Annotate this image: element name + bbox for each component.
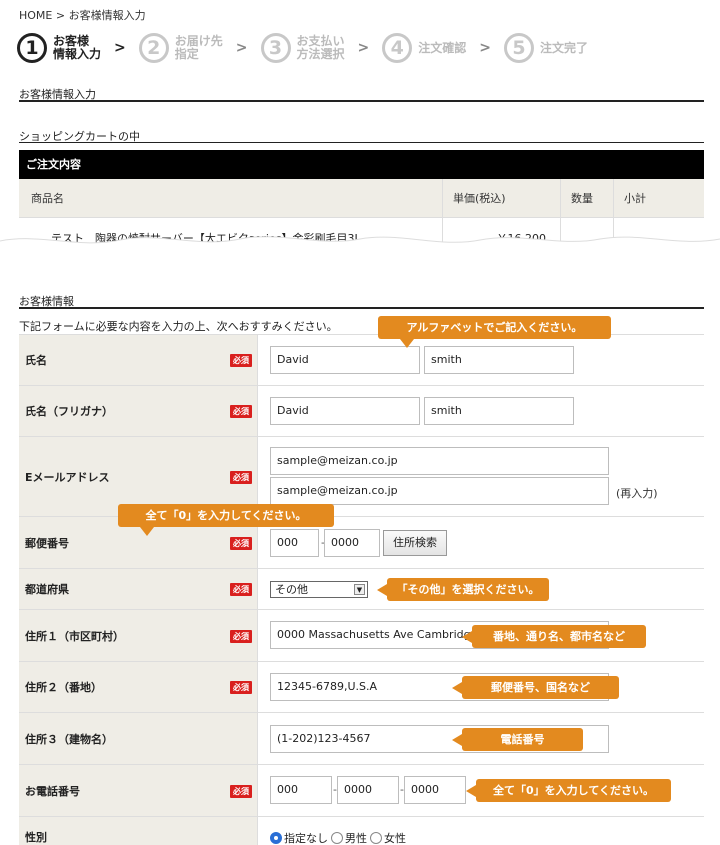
step-1-label: お客様 情報入力 xyxy=(53,34,102,61)
callout-addr1-hint: 番地、通り名、都市名など xyxy=(462,625,646,648)
prefecture-selected: その他 xyxy=(275,583,308,596)
step-2: 2 お届け先 指定 xyxy=(138,33,223,63)
prefecture-select[interactable]: その他 ▼ xyxy=(270,581,368,598)
step-1: 1 お客様 情報入力 xyxy=(17,33,101,63)
zip-part2-input[interactable]: 0000 xyxy=(324,529,380,557)
step-5-label: 注文完了 xyxy=(540,40,589,55)
gender-radio-group: 指定なし 男性 女性 xyxy=(270,830,409,845)
field-label: お電話番号 xyxy=(25,784,80,798)
row-gender: 性別 指定なし 男性 女性 xyxy=(19,817,704,845)
label-name: 氏名 必須 xyxy=(19,335,257,385)
label-addr1: 住所１（市区町村） 必須 xyxy=(19,610,257,661)
callout-phone-zero: 全て「0」を入力してください。 xyxy=(466,779,671,802)
step-1-number: 1 xyxy=(17,33,47,63)
field-label: 住所３（建物名） xyxy=(25,732,113,746)
phone-part1-input[interactable]: 000 xyxy=(270,776,332,804)
step-2-label: お届け先 指定 xyxy=(174,34,223,61)
step-3-label: お支払い 方法選択 xyxy=(296,34,345,61)
phone-part2-input[interactable]: 0000 xyxy=(337,776,399,804)
step-arrow-icon: > xyxy=(357,40,370,56)
email-confirm-note: (再入力) xyxy=(616,487,658,500)
field-label: 郵便番号 xyxy=(25,536,69,550)
last-name-input[interactable]: smith xyxy=(424,346,574,374)
step-arrow-icon: > xyxy=(479,40,491,56)
row-addr3: 住所３（建物名） (1-202)123-4567 xyxy=(19,713,704,765)
gender-label-female: 女性 xyxy=(384,832,406,845)
callout-addr2-hint: 郵便番号、国名など xyxy=(452,676,619,699)
gender-radio-unspecified[interactable] xyxy=(270,832,282,844)
divider xyxy=(19,307,704,309)
field-label: 性別 xyxy=(25,831,47,844)
checkout-steps: 1 お客様 情報入力 > 2 お届け先 指定 > 3 お支払い 方法選択 > 4… xyxy=(17,32,588,64)
torn-edge xyxy=(0,236,720,269)
step-5: 5 注文完了 xyxy=(504,33,588,63)
gender-label-male: 男性 xyxy=(345,832,367,845)
email-field[interactable]: sample@meizan.co.jp xyxy=(270,447,609,475)
divider xyxy=(19,100,704,102)
col-header-qty: 数量 xyxy=(561,179,614,217)
first-name-input[interactable]: David xyxy=(270,346,420,374)
label-phone: お電話番号 必須 xyxy=(19,765,257,816)
required-badge: 必須 xyxy=(230,354,252,367)
form-intro: 下記フォームに必要な内容を入力の上、次へおすすみください。 xyxy=(19,320,338,333)
step-4-number: 4 xyxy=(382,33,413,63)
last-name-kana-input[interactable]: smith xyxy=(424,397,574,425)
step-3: 3 お支払い 方法選択 xyxy=(260,33,345,63)
cart-box-title: ご注文内容 xyxy=(19,150,704,179)
required-badge: 必須 xyxy=(230,784,252,798)
label-addr3: 住所３（建物名） xyxy=(19,713,257,764)
divider xyxy=(19,142,704,143)
gender-radio-male[interactable] xyxy=(331,832,343,844)
callout-addr3-hint: 電話番号 xyxy=(452,728,583,751)
field-label: 都道府県 xyxy=(25,583,69,596)
label-addr2: 住所２（番地） 必須 xyxy=(19,662,257,712)
zip-part1-input[interactable]: 000 xyxy=(270,529,319,557)
gender-radio-female[interactable] xyxy=(370,832,382,844)
phone-part3-input[interactable]: 0000 xyxy=(404,776,466,804)
required-badge: 必須 xyxy=(230,583,252,596)
callout-alphabet: アルファベットでご記入ください。 xyxy=(378,316,611,348)
field-label: 氏名（フリガナ） xyxy=(25,405,113,418)
address-search-button[interactable]: 住所検索 xyxy=(383,530,447,556)
label-kana: 氏名（フリガナ） 必須 xyxy=(19,386,257,436)
step-4: 4 注文確認 xyxy=(382,33,466,63)
step-3-number: 3 xyxy=(260,33,291,63)
row-kana: 氏名（フリガナ） 必須 David smith xyxy=(19,386,704,437)
label-pref: 都道府県 必須 xyxy=(19,569,257,609)
customer-form: 氏名 必須 David smith 氏名（フリガナ） 必須 David smit… xyxy=(19,334,704,845)
row-name: 氏名 必須 David smith xyxy=(19,335,704,386)
required-badge: 必須 xyxy=(230,681,252,694)
step-5-number: 5 xyxy=(504,33,534,63)
field-label: Eメールアドレス xyxy=(25,470,110,484)
email-confirm-field[interactable]: sample@meizan.co.jp xyxy=(270,477,609,505)
cart-header-row: 商品名 単価(税込) 数量 小計 xyxy=(19,179,704,218)
col-header-subtotal: 小計 xyxy=(624,192,646,205)
callout-pref-other: 「その他」を選択ください。 xyxy=(377,578,549,601)
col-header-name: 商品名 xyxy=(19,179,443,217)
step-arrow-icon: > xyxy=(235,40,248,56)
step-4-label: 注文確認 xyxy=(418,40,467,55)
col-header-price: 単価(税込) xyxy=(443,179,561,217)
gender-label-unspecified: 指定なし xyxy=(284,832,328,845)
first-name-kana-input[interactable]: David xyxy=(270,397,420,425)
required-badge: 必須 xyxy=(230,405,252,418)
label-gender: 性別 xyxy=(19,817,257,845)
required-badge: 必須 xyxy=(230,536,252,550)
row-pref: 都道府県 必須 その他 ▼ xyxy=(19,569,704,610)
required-badge: 必須 xyxy=(230,629,252,643)
breadcrumb[interactable]: HOME > お客様情報入力 xyxy=(19,7,146,23)
field-label: 氏名 xyxy=(25,354,47,367)
field-label: 住所１（市区町村） xyxy=(25,629,124,643)
field-label: 住所２（番地） xyxy=(25,681,102,694)
callout-zip-zero: 全て「0」を入力してください。 xyxy=(118,504,334,536)
required-badge: 必須 xyxy=(230,470,252,484)
step-arrow-icon: > xyxy=(114,40,126,56)
step-2-number: 2 xyxy=(138,33,169,63)
chevron-down-icon: ▼ xyxy=(354,584,365,595)
